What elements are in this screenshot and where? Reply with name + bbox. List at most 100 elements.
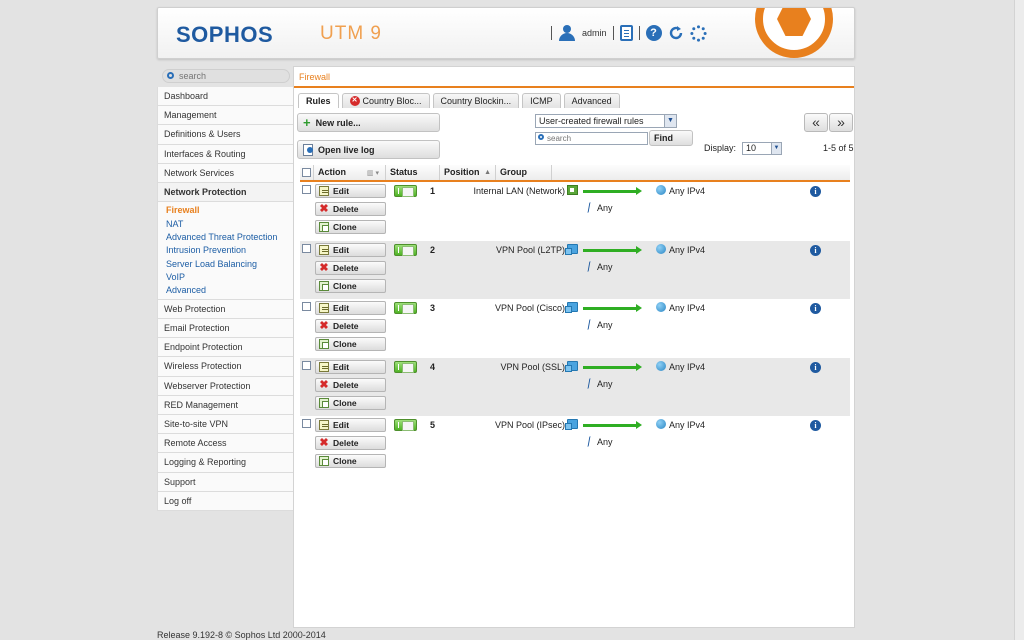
sidebar-item-dashboard[interactable]: Dashboard xyxy=(157,87,293,107)
edit-button[interactable]: Edit xyxy=(315,184,386,198)
user-icon[interactable] xyxy=(558,25,576,41)
column-options-icon[interactable]: ▥ ▾ xyxy=(367,166,379,181)
edit-button[interactable]: Edit xyxy=(315,242,386,257)
row-checkbox[interactable] xyxy=(302,302,311,312)
clone-button[interactable]: Clone xyxy=(315,278,386,293)
rule-source[interactable]: VPN Pool (IPsec) xyxy=(495,420,565,430)
info-icon[interactable]: i xyxy=(810,303,821,315)
sidebar-item-management[interactable]: Management xyxy=(157,106,293,126)
rule-service[interactable]: Any xyxy=(597,320,613,330)
rule-destination[interactable]: Any IPv4 xyxy=(669,362,705,372)
tab-rules[interactable]: Rules xyxy=(298,93,339,108)
tab-country-blocking[interactable]: ✕ Country Bloc... xyxy=(341,93,430,108)
row-checkbox[interactable] xyxy=(302,360,311,370)
sidebar-item-site-to-site-vpn[interactable]: Site-to-site VPN xyxy=(157,414,293,435)
subitem-firewall[interactable]: Firewall xyxy=(158,204,293,217)
subitem-voip[interactable]: VoIP xyxy=(158,271,293,284)
rule-destination[interactable]: Any IPv4 xyxy=(669,303,705,313)
edit-button[interactable]: Edit xyxy=(315,418,386,433)
row-checkbox[interactable] xyxy=(302,185,311,194)
column-action[interactable]: Action ▥ ▾ xyxy=(314,165,386,180)
sidebar-item-log-off[interactable]: Log off xyxy=(157,491,293,511)
delete-button[interactable]: ✖ Delete xyxy=(315,260,386,275)
status-toggle[interactable] xyxy=(394,243,417,256)
column-group[interactable]: Group xyxy=(496,165,552,180)
subitem-nat[interactable]: NAT xyxy=(158,218,293,231)
sidebar-item-remote-access[interactable]: Remote Access xyxy=(157,434,293,454)
sidebar-item-logging-reporting[interactable]: Logging & Reporting xyxy=(157,453,293,473)
sidebar-item-network-protection[interactable]: Network Protection xyxy=(157,182,293,203)
rule-destination[interactable]: Any IPv4 xyxy=(669,420,705,430)
rule-source[interactable]: Internal LAN (Network) xyxy=(473,186,565,196)
tab-icmp[interactable]: ICMP xyxy=(522,93,561,108)
subitem-intrusion-prevention[interactable]: Intrusion Prevention xyxy=(158,244,293,257)
sort-asc-icon: ▲ xyxy=(484,169,491,176)
new-rule-button[interactable]: + New rule... xyxy=(297,113,440,132)
subitem-server-load-balancing[interactable]: Server Load Balancing xyxy=(158,258,293,271)
sidebar-item-email-protection[interactable]: Email Protection xyxy=(157,319,293,339)
clipboard-icon[interactable] xyxy=(619,25,633,41)
sidebar-item-definitions-users[interactable]: Definitions & Users xyxy=(157,125,293,145)
clone-button[interactable]: Clone xyxy=(315,395,386,410)
rule-service[interactable]: Any xyxy=(597,262,613,272)
reload-icon[interactable] xyxy=(668,25,684,41)
sidebar-item-red-management[interactable]: RED Management xyxy=(157,395,293,415)
sidebar-search[interactable] xyxy=(162,69,290,83)
user-name[interactable]: admin xyxy=(582,28,607,38)
clone-button[interactable]: Clone xyxy=(315,454,386,469)
help-icon[interactable]: ? xyxy=(645,25,662,41)
previous-page-button[interactable]: « xyxy=(804,113,828,132)
find-button[interactable]: Find xyxy=(649,130,693,146)
column-status[interactable]: Status xyxy=(386,165,440,180)
delete-button[interactable]: ✖ Delete xyxy=(315,436,386,451)
open-live-log-button[interactable]: Open live log xyxy=(297,140,440,159)
rule-search-input[interactable] xyxy=(547,133,647,144)
page-scrollbar[interactable] xyxy=(1014,0,1024,640)
rule-source[interactable]: VPN Pool (Cisco) xyxy=(495,303,565,313)
select-all-checkbox[interactable] xyxy=(302,168,311,177)
info-icon[interactable]: i xyxy=(810,420,821,432)
subitem-advanced[interactable]: Advanced xyxy=(158,284,293,297)
delete-button[interactable]: ✖ Delete xyxy=(315,202,386,216)
sidebar-item-web-protection[interactable]: Web Protection xyxy=(157,299,293,320)
display-count-select[interactable]: 10 ▼ xyxy=(742,142,782,155)
status-toggle[interactable] xyxy=(394,302,417,315)
tab-advanced[interactable]: Advanced xyxy=(563,93,620,108)
sidebar-item-interfaces-routing[interactable]: Interfaces & Routing xyxy=(157,144,293,164)
rule-service[interactable]: Any xyxy=(597,203,613,213)
delete-button[interactable]: ✖ Delete xyxy=(315,319,386,334)
edit-button[interactable]: Edit xyxy=(315,301,386,316)
row-checkbox[interactable] xyxy=(302,419,311,429)
rule-service[interactable]: Any xyxy=(597,437,613,447)
rule-destination[interactable]: Any IPv4 xyxy=(669,186,705,196)
info-icon[interactable]: i xyxy=(810,244,821,256)
delete-button[interactable]: ✖ Delete xyxy=(315,377,386,392)
status-toggle[interactable] xyxy=(394,360,417,373)
rule-service[interactable]: Any xyxy=(597,379,613,389)
allow-arrow-icon xyxy=(583,245,642,254)
clone-button[interactable]: Clone xyxy=(315,220,386,234)
sidebar-item-support[interactable]: Support xyxy=(157,472,293,492)
sidebar-item-network-services[interactable]: Network Services xyxy=(157,163,293,183)
sidebar-search-input[interactable] xyxy=(179,70,284,82)
rule-destination[interactable]: Any IPv4 xyxy=(669,245,705,255)
column-position[interactable]: Position ▲ xyxy=(440,165,496,180)
subitem-advanced-threat-protection[interactable]: Advanced Threat Protection xyxy=(158,231,293,244)
rule-search[interactable] xyxy=(535,132,648,145)
status-toggle[interactable] xyxy=(394,185,417,197)
info-icon[interactable]: i xyxy=(810,186,821,197)
row-checkbox[interactable] xyxy=(302,243,311,253)
status-toggle[interactable] xyxy=(394,419,417,432)
sidebar-item-webserver-protection[interactable]: Webserver Protection xyxy=(157,376,293,396)
next-page-button[interactable]: » xyxy=(829,113,853,132)
rule-source[interactable]: VPN Pool (L2TP) xyxy=(496,245,565,255)
edit-button[interactable]: Edit xyxy=(315,359,386,374)
rule-source[interactable]: VPN Pool (SSL) xyxy=(500,362,565,372)
sidebar-item-wireless-protection[interactable]: Wireless Protection xyxy=(157,357,293,377)
info-icon[interactable]: i xyxy=(810,361,821,373)
footer-release: Release 9.192-8 © Sophos Ltd 2000-2014 xyxy=(157,630,326,640)
rule-filter-select[interactable]: User-created firewall rules ▼ xyxy=(535,114,677,128)
tab-country-blocking-exceptions[interactable]: Country Blockin... xyxy=(432,93,520,108)
clone-button[interactable]: Clone xyxy=(315,337,386,352)
sidebar-item-endpoint-protection[interactable]: Endpoint Protection xyxy=(157,338,293,358)
